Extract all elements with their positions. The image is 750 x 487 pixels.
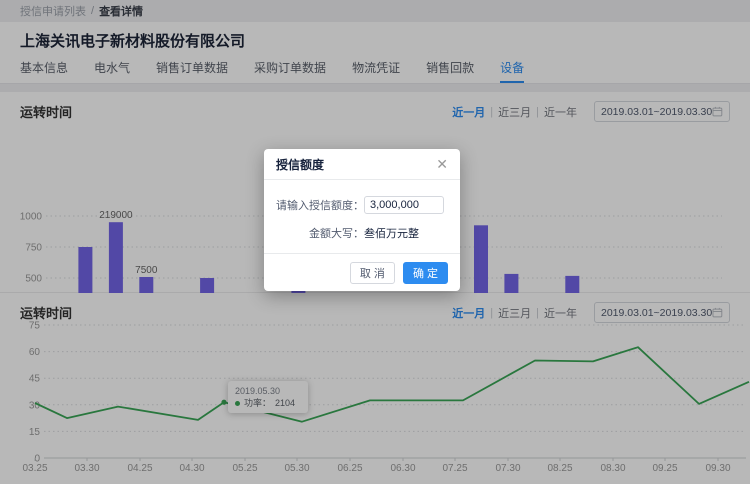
confirm-button[interactable]: 确 定 <box>403 262 448 284</box>
cancel-button[interactable]: 取 消 <box>350 262 395 284</box>
amount-field-label: 请输入授信额度： <box>276 197 364 213</box>
credit-limit-modal: 授信额度 ✕ 请输入授信额度： 金额大写： 叁佰万元整 取 消 确 定 <box>264 149 460 291</box>
credit-amount-input[interactable] <box>364 196 444 214</box>
close-icon[interactable]: ✕ <box>436 157 448 171</box>
caps-value: 叁佰万元整 <box>364 225 419 241</box>
caps-label: 金额大写： <box>276 225 364 241</box>
modal-title: 授信额度 <box>276 156 324 173</box>
